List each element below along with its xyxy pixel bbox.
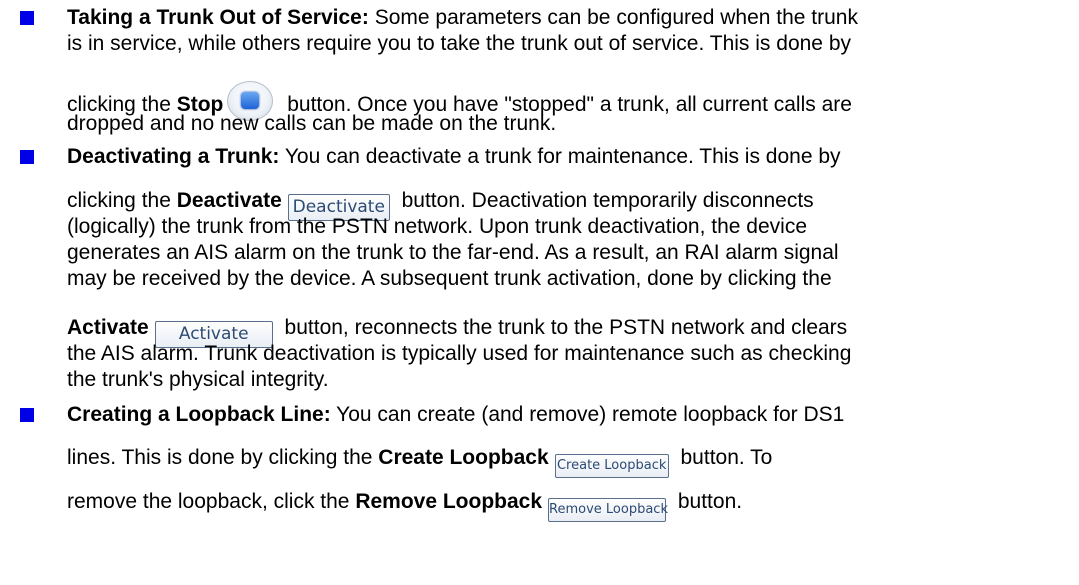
paragraph-line: generates an AIS alarm on the trunk to t…: [67, 241, 839, 264]
paragraph-line: Creating a Loopback Line: You can create…: [67, 403, 845, 426]
create-loopback-button[interactable]: Create Loopback: [554, 454, 669, 478]
paragraph-line: the trunk's physical integrity.: [67, 368, 329, 391]
paragraph-line: remove the loopback, click the Remove Lo…: [67, 485, 742, 522]
paragraph-line: lines. This is done by clicking the Crea…: [67, 441, 772, 478]
item-title: Taking a Trunk Out of Service:: [67, 6, 369, 29]
paragraph-line: dropped and no new calls can be made on …: [67, 112, 557, 135]
item-title: Creating a Loopback Line:: [67, 403, 331, 426]
stop-icon: [241, 92, 260, 109]
bullet-square-icon: [20, 11, 34, 25]
paragraph-line: is in service, while others require you …: [67, 32, 851, 55]
paragraph-line: Taking a Trunk Out of Service: Some para…: [67, 6, 858, 29]
item-title: Deactivating a Trunk:: [67, 145, 280, 168]
bullet-square-icon: [20, 150, 34, 164]
paragraph-line: (logically) the trunk from the PSTN netw…: [67, 215, 808, 238]
bullet-square-icon: [20, 408, 34, 422]
paragraph-line: the AIS alarm. Trunk deactivation is typ…: [67, 342, 852, 365]
paragraph-line: may be received by the device. A subsequ…: [67, 267, 832, 290]
remove-loopback-button[interactable]: Remove Loopback: [548, 498, 668, 522]
paragraph-line: Deactivating a Trunk: You can deactivate…: [67, 145, 841, 168]
